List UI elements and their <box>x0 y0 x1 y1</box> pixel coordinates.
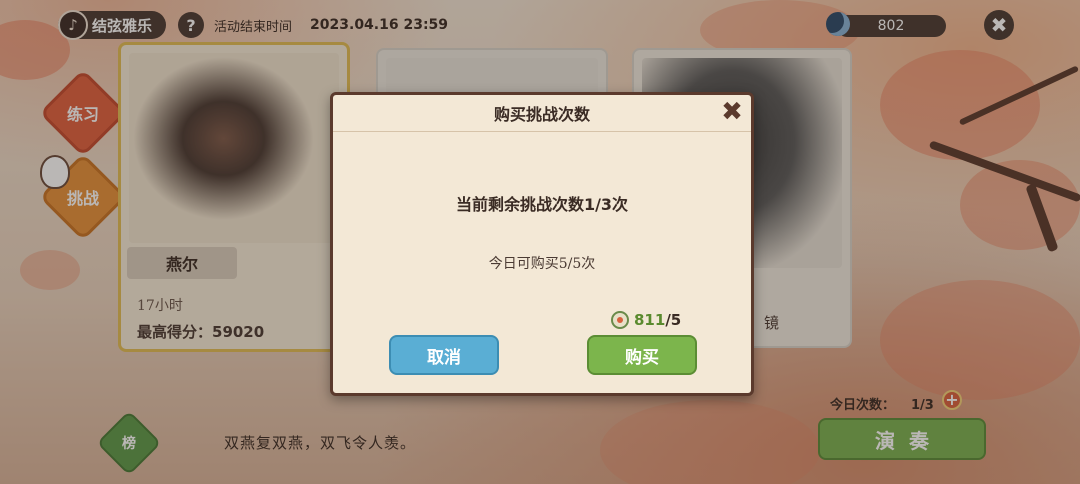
cost-required: /5 <box>665 311 682 329</box>
dialog-close-icon[interactable]: ✖ <box>719 99 745 125</box>
dialog-title: 购买挑战次数 <box>333 95 751 132</box>
buy-button[interactable]: 购买 <box>587 335 697 375</box>
purchasable-today: 今日可购买5/5次 <box>488 256 596 272</box>
cancel-button[interactable]: 取消 <box>389 335 499 375</box>
coin-icon <box>611 311 629 329</box>
purchase-cost: 811 /5 <box>611 311 681 329</box>
remaining-attempts: 当前剩余挑战次数1/3次 <box>455 195 629 214</box>
cost-owned: 811 <box>634 311 666 329</box>
buy-attempts-dialog: 购买挑战次数 ✖ 当前剩余挑战次数1/3次 今日可购买5/5次 811 /5 取… <box>330 92 754 396</box>
